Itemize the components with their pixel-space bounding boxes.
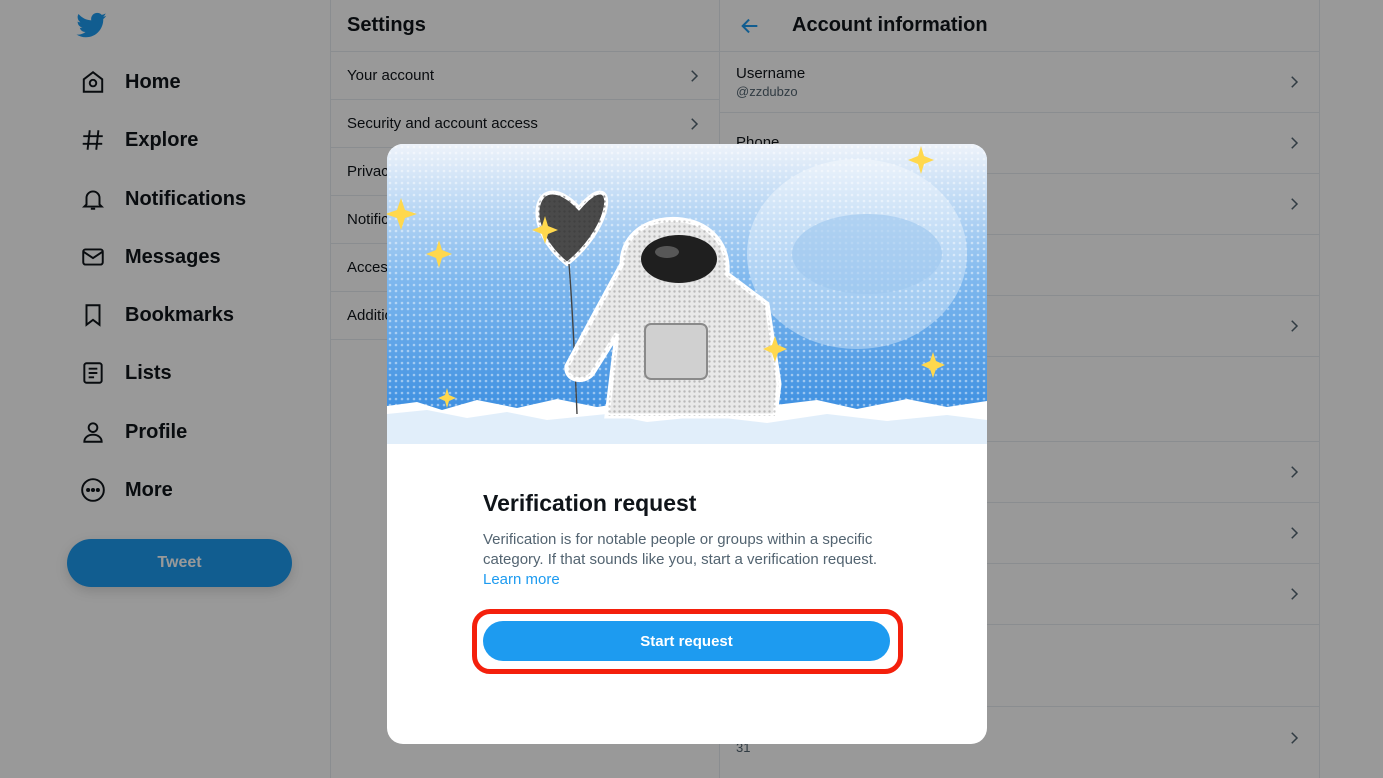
modal-body-text: Verification is for notable people or gr… bbox=[483, 531, 878, 568]
start-request-button[interactable]: Start request bbox=[483, 621, 890, 661]
modal-title: Verification request bbox=[483, 490, 697, 516]
verification-modal: Verification request Verification is for… bbox=[387, 144, 987, 744]
astronaut-illustration bbox=[387, 144, 987, 444]
modal-description: Verification is for notable people or gr… bbox=[483, 530, 903, 590]
learn-more-link[interactable]: Learn more bbox=[483, 571, 560, 588]
